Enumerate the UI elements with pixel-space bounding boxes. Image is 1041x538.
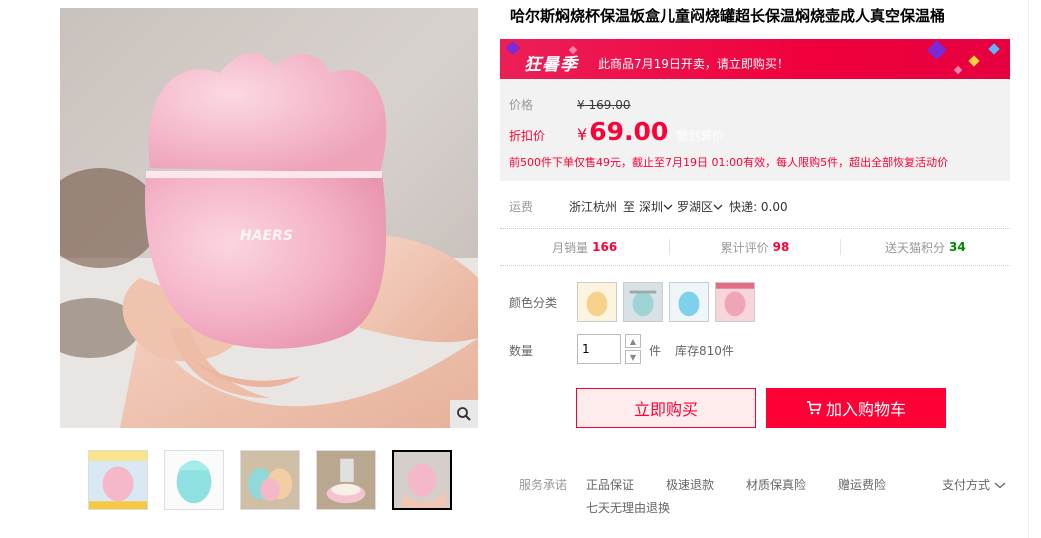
quantity-label: 数量 [509, 344, 534, 358]
discount-note: 聚划算价 [676, 129, 725, 143]
zoom-button[interactable] [450, 400, 478, 428]
increment-button[interactable]: ▲ [625, 334, 641, 348]
quantity-row: 数量 ▲ ▼ 件 库存810件 [509, 334, 734, 366]
stat-points: 送天猫积分 34 [884, 240, 966, 255]
quantity-stepper: ▲ ▼ [625, 334, 641, 366]
service-item[interactable]: 材质保真险 [746, 476, 806, 493]
chevron-down-icon [713, 204, 723, 210]
service-extra[interactable]: 七天无理由退换 [586, 499, 670, 516]
divider [1028, 0, 1029, 538]
thumbnail-5[interactable] [392, 450, 452, 510]
thumbnail-2[interactable] [164, 450, 224, 510]
color-label: 颜色分类 [509, 295, 558, 310]
thumbnail-strip [88, 450, 452, 510]
product-title: 哈尔斯焖烧杯保温饭盒儿童闷烧罐超长保温焖烧壶成人真空保温桶 [510, 7, 946, 25]
service-item[interactable]: 正品保证 [586, 476, 634, 493]
thumbnail-4[interactable] [316, 450, 376, 510]
product-photo: HAERS [60, 8, 478, 428]
stat-reviews[interactable]: 累计评价 98 [670, 239, 841, 255]
service-label: 服务承诺 [519, 478, 568, 492]
discount-label: 折扣价 [509, 129, 546, 143]
shipping-to-label: 至 [623, 200, 636, 214]
decor-shape [505, 40, 521, 56]
color-swatch-yellow[interactable] [577, 282, 617, 322]
add-to-cart-button[interactable]: 加入购物车 [766, 388, 946, 428]
shipping-label: 运费 [509, 200, 534, 214]
quantity-input[interactable] [577, 334, 621, 364]
decor-shape [968, 55, 980, 67]
service-item[interactable]: 赠运费险 [838, 476, 886, 493]
promo-text: 此商品7月19日开卖，请立即购买！ [598, 57, 789, 71]
district-select[interactable]: 罗湖区 [677, 198, 723, 215]
price-label: 价格 [509, 98, 534, 112]
currency-symbol: ¥ [577, 125, 588, 144]
color-swatch-pink[interactable] [715, 282, 755, 322]
stat-monthly-sales: 月销量 166 [500, 239, 671, 255]
shipping-from: 浙江杭州 [569, 200, 618, 214]
promo-logo: 狂暑季 [524, 55, 578, 75]
payment-methods[interactable]: 支付方式 [942, 476, 1006, 493]
thumbnail-3[interactable] [240, 450, 300, 510]
chevron-down-icon [994, 482, 1006, 488]
buy-now-button[interactable]: 立即购买 [576, 388, 756, 428]
decrement-button[interactable]: ▼ [625, 350, 641, 364]
color-options: 颜色分类 [509, 282, 761, 322]
brand-logo: HAERS [240, 228, 293, 244]
add-to-cart-label: 加入购物车 [825, 400, 906, 419]
quantity-unit: 件 [649, 344, 662, 358]
color-swatch-teal[interactable] [623, 282, 663, 322]
discount-price: 69.00 [589, 117, 669, 146]
service-row: 服务承诺 正品保证 极速退款 材质保真险 赠运费险 [519, 476, 918, 493]
service-item[interactable]: 极速退款 [666, 476, 714, 493]
search-icon [457, 407, 471, 421]
shipping-row: 运费 浙江杭州 至 深圳 罗湖区 快递: 0.00 [509, 198, 788, 215]
decor-shape [953, 65, 963, 75]
thumbnail-1[interactable] [88, 450, 148, 510]
promo-banner: 狂暑季 此商品7月19日开卖，请立即购买！ [500, 39, 1010, 79]
stock-count: 库存810件 [675, 344, 734, 358]
color-swatch-blue[interactable] [669, 282, 709, 322]
cart-icon [806, 401, 822, 415]
original-price: ¥ 169.00 [577, 98, 631, 112]
stats-bar: 月销量 166 累计评价 98 送天猫积分 34 [500, 228, 1010, 266]
decor-shape [988, 43, 1000, 55]
price-box: 价格 ¥ 169.00 折扣价 ¥ 69.00 聚划算价 前500件下单仅售49… [500, 79, 1010, 181]
city-select[interactable]: 深圳 [639, 198, 673, 215]
promo-note: 前500件下单仅售49元，截止至7月19日 01:00有效，每人限购5件，超出全… [509, 156, 949, 169]
chevron-down-icon [663, 204, 673, 210]
main-product-image[interactable]: HAERS [60, 8, 478, 428]
decor-shape [927, 40, 947, 60]
shipping-express: 快递: 0.00 [729, 200, 788, 214]
